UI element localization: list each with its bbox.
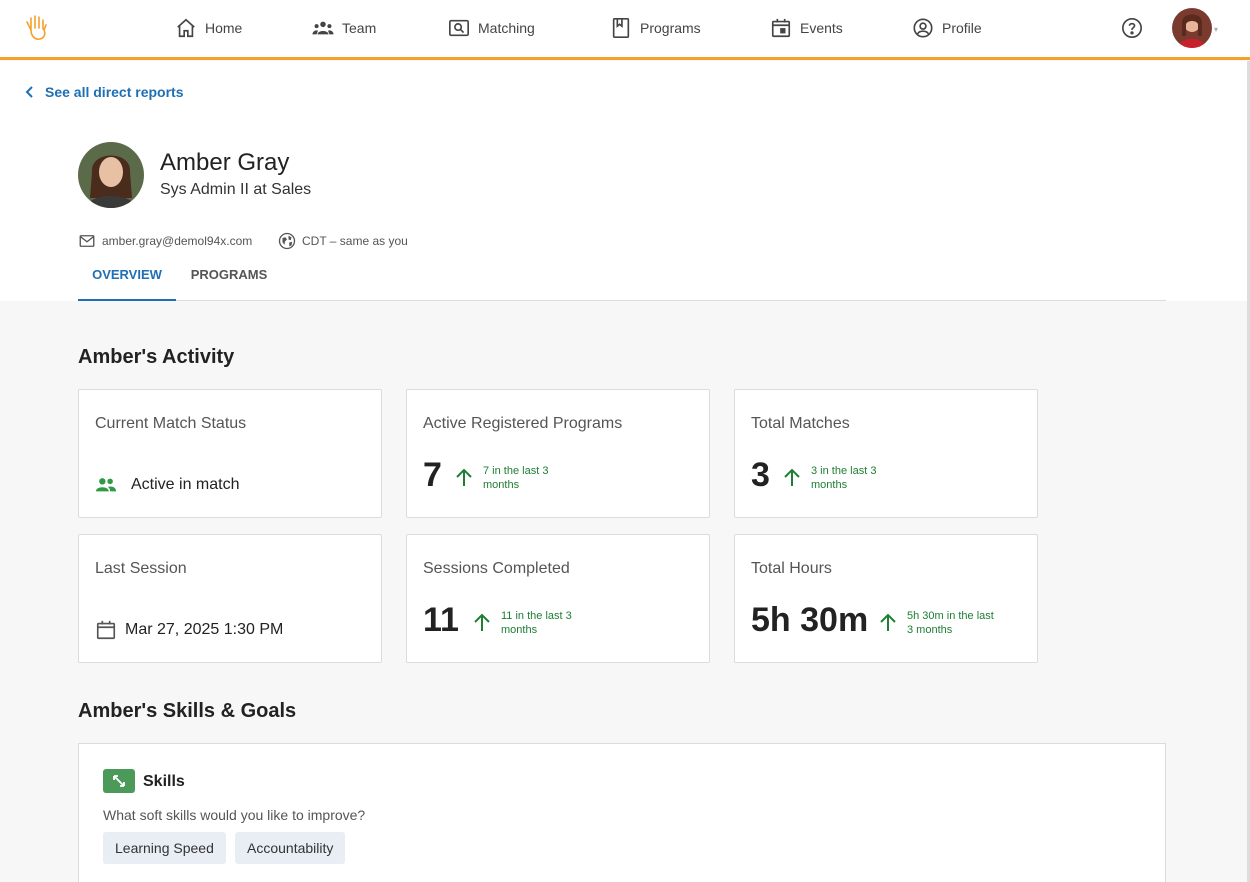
arrow-up-icon [784,468,800,486]
matching-icon [449,19,469,37]
profile-tabs: OVERVIEW PROGRAMS [78,258,1166,301]
card-title: Active Registered Programs [423,415,623,432]
card-title: Total Hours [751,560,832,577]
arrow-up-icon [474,613,490,631]
tab-programs[interactable]: PROGRAMS [182,258,276,301]
chevron-down-icon[interactable]: ▾ [1214,25,1218,34]
nav-matching[interactable]: Matching [448,15,535,41]
sessions-count: 11 [423,601,459,639]
card-title: Total Matches [751,415,850,432]
back-link[interactable]: See all direct reports [25,84,184,100]
trend-text: 3 in the last 3 months [811,465,877,491]
last-session-date: Mar 27, 2025 1:30 PM [125,621,284,638]
programs-trend: 7 in the last 3 months [455,464,573,492]
people-icon [95,478,117,492]
calendar-icon [96,620,116,640]
last-session-card: Last Session Mar 27, 2025 1:30 PM [78,534,382,663]
user-avatar[interactable] [1172,8,1212,48]
hours-trend: 5h 30m in the last 3 months [879,609,997,637]
expand-icon [103,769,135,793]
matches-trend: 3 in the last 3 months [783,464,901,492]
activity-title: Amber's Activity [78,346,235,368]
events-icon [771,18,791,38]
sessions-card: Sessions Completed 11 11 in the last 3 m… [406,534,710,663]
back-link-label: See all direct reports [45,84,184,100]
profile-name: Amber Gray [160,149,290,176]
profile-role: Sys Admin II at Sales [160,181,312,198]
nav-events-label: Events [800,20,843,36]
programs-icon [612,18,630,38]
nav-profile-label: Profile [942,20,982,36]
profile-timezone: CDT – same as you [302,234,408,248]
card-title: Last Session [95,560,187,577]
globe-icon [278,232,296,250]
current-match-card: Current Match Status Active in match [78,389,382,518]
nav-programs-label: Programs [640,20,701,36]
nav-home-label: Home [205,20,243,36]
skill-chip: Learning Speed [103,832,226,864]
nav-matching-label: Matching [478,20,535,36]
email-row: amber.gray@demol94x.com [78,232,252,250]
trend-text: 7 in the last 3 months [483,465,549,491]
last-session-row: Mar 27, 2025 1:30 PM [95,619,283,641]
tab-overview[interactable]: OVERVIEW [78,258,176,301]
hours-total: 5h 30m [751,601,869,639]
match-status-text: Active in match [131,476,240,493]
programs-count: 7 [423,456,442,494]
sessions-trend: 11 in the last 3 months [473,609,591,637]
hours-card: Total Hours 5h 30m 5h 30m in the last 3 … [734,534,1038,663]
help-icon[interactable] [1121,17,1143,39]
nav-home[interactable]: Home [175,15,242,41]
profile-icon [913,18,933,38]
skills-goals-title: Amber's Skills & Goals [78,700,297,722]
chevron-left-icon [25,86,33,98]
top-navigation: Home Team Matching Programs Events Profi… [0,0,1250,60]
matches-count: 3 [751,456,770,494]
nav-team-label: Team [342,20,377,36]
nav-events[interactable]: Events [770,15,843,41]
trend-text: 11 in the last 3 months [501,610,572,636]
timezone-row: CDT – same as you [278,232,408,250]
matches-card: Total Matches 3 3 in the last 3 months [734,389,1038,518]
profile-email[interactable]: amber.gray@demol94x.com [102,234,252,248]
card-title: Current Match Status [95,415,247,432]
profile-avatar-image [78,142,144,208]
programs-card: Active Registered Programs 7 7 in the la… [406,389,710,518]
skills-title: Skills [143,773,185,790]
nav-profile[interactable]: Profile [912,15,982,41]
nav-team[interactable]: Team [312,15,376,41]
skills-card: Skills What soft skills would you like t… [78,743,1166,882]
home-icon [177,18,195,38]
profile-avatar [78,142,144,208]
user-avatar-image [1172,8,1212,48]
hand-logo-icon[interactable] [22,12,52,42]
skill-chip: Accountability [235,832,346,864]
nav-programs[interactable]: Programs [610,15,701,41]
arrow-up-icon [456,468,472,486]
trend-text: 5h 30m in the last 3 months [907,610,994,636]
team-icon [312,21,334,35]
arrow-up-icon [880,613,896,631]
match-status: Active in match [95,474,239,496]
skills-question: What soft skills would you like to impro… [103,807,366,823]
card-title: Sessions Completed [423,560,570,577]
mail-icon [79,235,95,247]
